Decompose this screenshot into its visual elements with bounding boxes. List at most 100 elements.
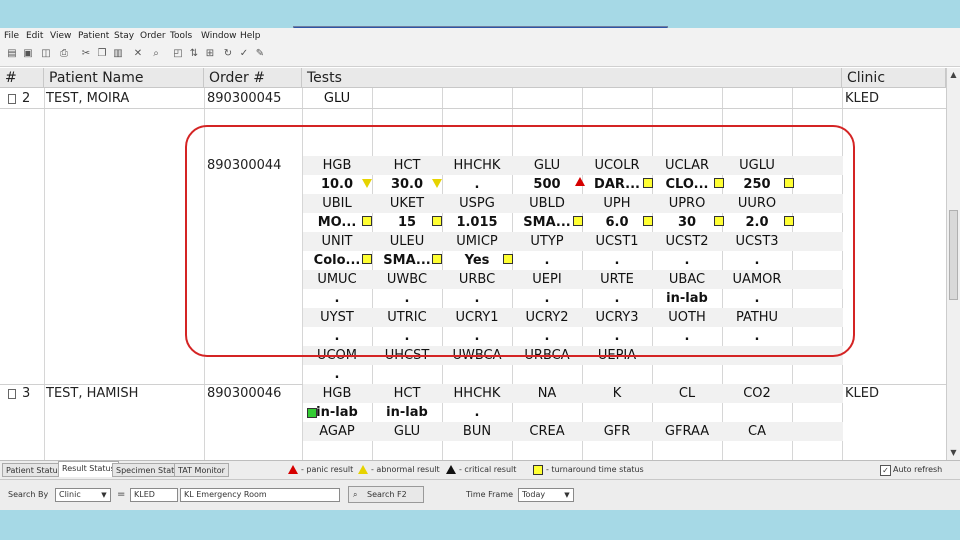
time-frame-select[interactable]: Today ▼ [518, 488, 574, 502]
clinic-code-value: KLED [134, 490, 155, 499]
test-name[interactable]: NA [512, 384, 582, 403]
legend-turnaround: - turnaround time status [546, 465, 644, 474]
search-bar: Search By Clinic ▼ = KLED KL Emergency R… [0, 479, 960, 510]
test-result-value[interactable]: . [442, 403, 512, 422]
menu-order[interactable]: Order [140, 31, 166, 41]
patient-number: 2 [22, 91, 31, 106]
abnormal-result-icon [358, 465, 368, 474]
test-name[interactable]: BUN [442, 422, 512, 441]
search-by-select[interactable]: Clinic ▼ [55, 488, 111, 502]
print-preview-icon[interactable]: ◫ [40, 48, 52, 60]
legend-panic: - panic result [301, 465, 354, 474]
vertical-scrollbar[interactable]: ▲ ▼ [946, 68, 960, 460]
order-number[interactable]: 890300045 [207, 89, 281, 108]
test-result-value[interactable] [512, 365, 582, 384]
test-result-value[interactable] [372, 441, 442, 460]
test-name[interactable]: HHCHK [442, 384, 512, 403]
menu-tools[interactable]: Tools [170, 31, 192, 41]
time-frame-label: Time Frame [466, 490, 514, 499]
test-result-value[interactable]: in-lab [372, 403, 442, 422]
col-header-order[interactable]: Order # [204, 68, 302, 88]
menu-help[interactable]: Help [240, 31, 261, 41]
search-button[interactable]: ⌕ Search F2 [348, 486, 424, 503]
chart-icon[interactable]: ⊞ [204, 48, 216, 60]
col-header-num[interactable]: # [0, 68, 44, 88]
cut-icon[interactable]: ✂ [80, 48, 92, 60]
refresh-icon[interactable]: ↻ [222, 48, 234, 60]
test-name[interactable]: CO2 [722, 384, 792, 403]
test-name[interactable]: CREA [512, 422, 582, 441]
test-result-value[interactable] [652, 441, 722, 460]
paste-icon[interactable]: ▥ [112, 48, 124, 60]
test-name[interactable]: K [582, 384, 652, 403]
test-result-value[interactable] [372, 365, 442, 384]
panic-result-icon [288, 465, 298, 474]
patient-name[interactable]: TEST, MOIRA [46, 89, 129, 108]
menu-view[interactable]: View [50, 31, 71, 41]
row-separator [0, 108, 946, 109]
test-name[interactable]: GLU [372, 422, 442, 441]
test-result-value[interactable] [582, 403, 652, 422]
test-name[interactable]: HCT [372, 384, 442, 403]
menu-window[interactable]: Window [201, 31, 237, 41]
test-name[interactable]: GFR [582, 422, 652, 441]
test-result-value[interactable] [722, 365, 792, 384]
test-result-value[interactable] [722, 403, 792, 422]
new-window-icon[interactable]: ◰ [172, 48, 184, 60]
dropdown-arrow-icon[interactable]: ▼ [562, 490, 572, 500]
test-result-value[interactable] [722, 441, 792, 460]
sort-icon[interactable]: ⇅ [188, 48, 200, 60]
col-header-clinic[interactable]: Clinic [842, 68, 946, 88]
document-icon [8, 94, 16, 104]
test-result-value[interactable] [442, 441, 512, 460]
test-result-value[interactable] [442, 365, 512, 384]
tools-icon[interactable]: ✎ [254, 48, 266, 60]
search-icon: ⌕ [353, 490, 358, 499]
clinic-name-field[interactable]: KL Emergency Room [180, 488, 340, 502]
test-result-value[interactable] [652, 365, 722, 384]
turnaround-status-icon [533, 465, 543, 475]
test-result-value[interactable] [302, 441, 372, 460]
order-number[interactable]: 890300046 [207, 384, 281, 403]
check-icon[interactable]: ✓ [238, 48, 250, 60]
tab-patient-status[interactable]: Patient Status [2, 463, 66, 477]
copy-icon[interactable]: ❐ [96, 48, 108, 60]
find-icon[interactable]: ⌕ [150, 48, 162, 60]
test-name[interactable]: GLU [302, 89, 372, 108]
menu-file[interactable]: File [4, 31, 19, 41]
scroll-down-icon[interactable]: ▼ [949, 448, 958, 457]
patient-number: 3 [22, 386, 31, 401]
test-result-value[interactable] [582, 441, 652, 460]
test-result-value[interactable] [652, 403, 722, 422]
print-icon[interactable]: ⎙ [58, 48, 70, 60]
test-name[interactable]: CL [652, 384, 722, 403]
test-result-value[interactable] [512, 441, 582, 460]
save-icon[interactable]: ▣ [22, 48, 34, 60]
menu-stay[interactable]: Stay [114, 31, 134, 41]
scroll-thumb[interactable] [949, 210, 958, 300]
dropdown-arrow-icon[interactable]: ▼ [99, 490, 109, 500]
patient-name[interactable]: TEST, HAMISH [46, 384, 138, 403]
menu-edit[interactable]: Edit [26, 31, 43, 41]
clinic-code: KLED [845, 91, 879, 106]
legend-abnormal: - abnormal result [371, 465, 440, 474]
test-name[interactable]: AGAP [302, 422, 372, 441]
clinic-code-field[interactable]: KLED [130, 488, 178, 502]
menu-patient[interactable]: Patient [78, 31, 109, 41]
tab-tat-monitor[interactable]: TAT Monitor [174, 463, 229, 477]
test-name[interactable]: CA [722, 422, 792, 441]
search-button-label: Search F2 [367, 490, 407, 499]
test-result-value[interactable] [582, 365, 652, 384]
delete-icon[interactable]: ✕ [132, 48, 144, 60]
col-header-patient[interactable]: Patient Name [44, 68, 204, 88]
col-header-tests[interactable]: Tests [302, 68, 842, 88]
menu-bar: File Edit View Patient Stay Order Tools … [0, 28, 960, 44]
scroll-up-icon[interactable]: ▲ [949, 70, 958, 79]
test-result-value[interactable] [512, 403, 582, 422]
test-name[interactable]: HGB [302, 384, 372, 403]
test-result-value[interactable]: . [302, 365, 372, 384]
test-name[interactable]: GFRAA [652, 422, 722, 441]
open-icon[interactable]: ▤ [6, 48, 18, 60]
tab-result-status[interactable]: Result Status [58, 461, 119, 477]
auto-refresh-checkbox[interactable]: ✓ [880, 465, 891, 476]
